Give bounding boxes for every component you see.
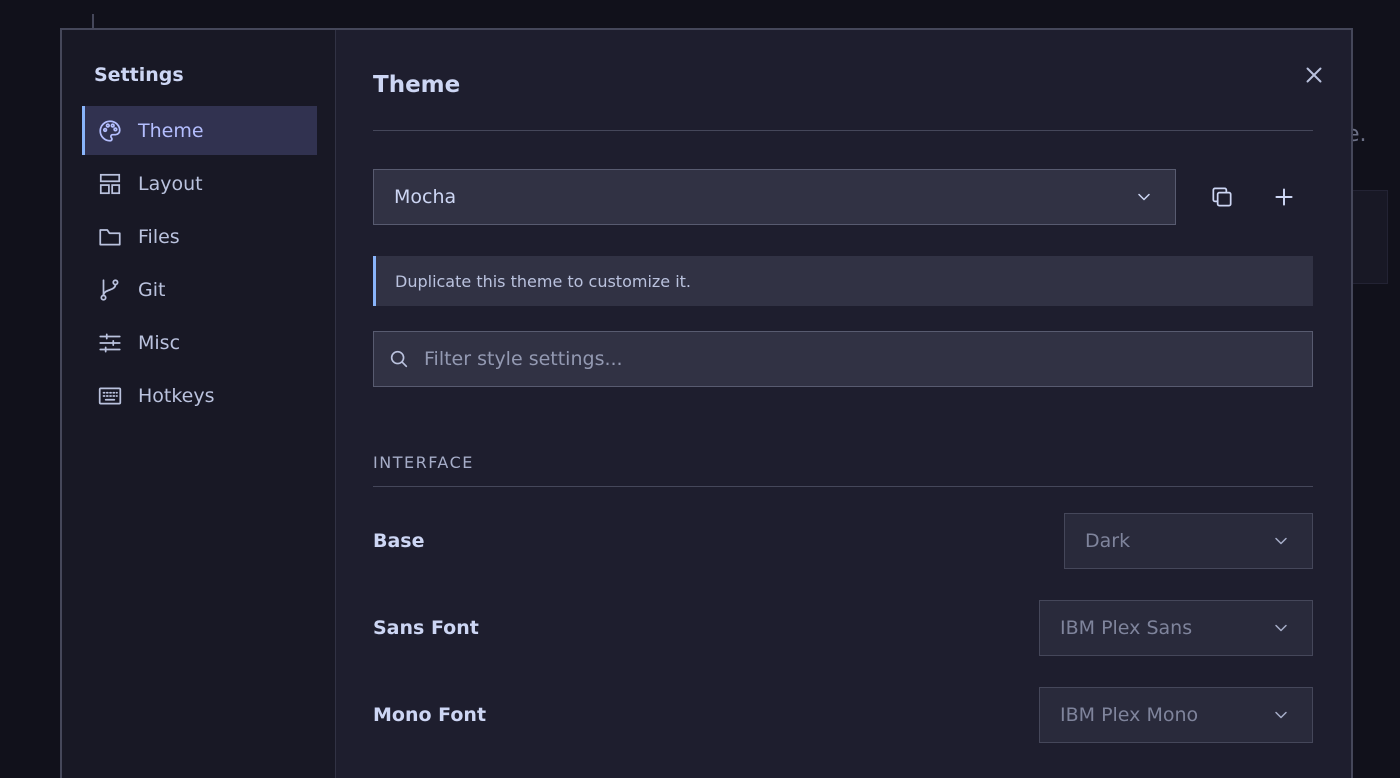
settings-modal: Settings Theme Layout Files Git Misc Hot… xyxy=(60,28,1353,778)
section-heading-interface: INTERFACE xyxy=(373,453,474,472)
chevron-down-icon xyxy=(1270,530,1292,552)
plus-icon xyxy=(1275,188,1293,206)
duplicate-theme-button[interactable] xyxy=(1202,177,1242,217)
palette-icon xyxy=(96,117,124,145)
sidebar-title: Settings xyxy=(94,64,184,86)
setting-row-base: Base Dark xyxy=(373,513,1313,569)
add-theme-button[interactable] xyxy=(1264,177,1304,217)
copy-icon xyxy=(1212,187,1232,207)
sidebar-item-label: Layout xyxy=(138,172,203,195)
settings-sidebar: Settings Theme Layout Files Git Misc Hot… xyxy=(62,30,336,778)
setting-label: Base xyxy=(373,530,425,552)
layout-icon xyxy=(96,170,124,198)
keyboard-icon xyxy=(96,382,124,410)
sidebar-item-label: Misc xyxy=(138,331,181,354)
theme-select-value: Mocha xyxy=(394,186,457,208)
sidebar-item-label: Theme xyxy=(138,119,204,142)
settings-nav: Theme Layout Files Git Misc Hotkeys xyxy=(62,106,335,420)
duplicate-notice: Duplicate this theme to customize it. xyxy=(373,256,1313,306)
chevron-down-icon xyxy=(1133,186,1155,208)
sidebar-item-hotkeys[interactable]: Hotkeys xyxy=(82,371,317,420)
close-icon xyxy=(1306,67,1322,83)
base-select[interactable]: Dark xyxy=(1064,513,1313,569)
notice-text: Duplicate this theme to customize it. xyxy=(395,271,692,291)
sliders-icon xyxy=(96,329,124,357)
chevron-down-icon xyxy=(1270,704,1292,726)
theme-select[interactable]: Mocha xyxy=(373,169,1176,225)
sidebar-item-theme[interactable]: Theme xyxy=(82,106,317,155)
git-branch-icon xyxy=(96,276,124,304)
setting-row-mono-font: Mono Font IBM Plex Mono xyxy=(373,687,1313,743)
setting-row-sans-font: Sans Font IBM Plex Sans xyxy=(373,600,1313,656)
title-divider xyxy=(373,130,1313,131)
theme-row: Mocha xyxy=(373,169,1313,225)
setting-label: Sans Font xyxy=(373,617,479,639)
mono-font-select[interactable]: IBM Plex Mono xyxy=(1039,687,1313,743)
folder-icon xyxy=(96,223,124,251)
page-title: Theme xyxy=(373,72,461,98)
sidebar-item-files[interactable]: Files xyxy=(82,212,317,261)
sidebar-item-label: Hotkeys xyxy=(138,384,215,407)
settings-content: Theme Mocha Duplicate this theme to cust… xyxy=(336,30,1351,778)
sidebar-item-label: Git xyxy=(138,278,166,301)
mono-font-select-value: IBM Plex Mono xyxy=(1060,704,1199,726)
close-button[interactable] xyxy=(1301,62,1327,88)
sidebar-item-label: Files xyxy=(138,225,180,248)
sans-font-select-value: IBM Plex Sans xyxy=(1060,617,1193,639)
filter-input[interactable] xyxy=(424,348,1312,370)
base-select-value: Dark xyxy=(1085,530,1131,552)
setting-label: Mono Font xyxy=(373,704,487,726)
search-icon xyxy=(390,350,408,368)
sidebar-item-misc[interactable]: Misc xyxy=(82,318,317,367)
sidebar-item-layout[interactable]: Layout xyxy=(82,159,317,208)
chevron-down-icon xyxy=(1270,617,1292,639)
backdrop-panel xyxy=(1352,190,1388,284)
sans-font-select[interactable]: IBM Plex Sans xyxy=(1039,600,1313,656)
sidebar-item-git[interactable]: Git xyxy=(82,265,317,314)
filter-field xyxy=(373,331,1313,387)
section-divider xyxy=(373,486,1313,487)
